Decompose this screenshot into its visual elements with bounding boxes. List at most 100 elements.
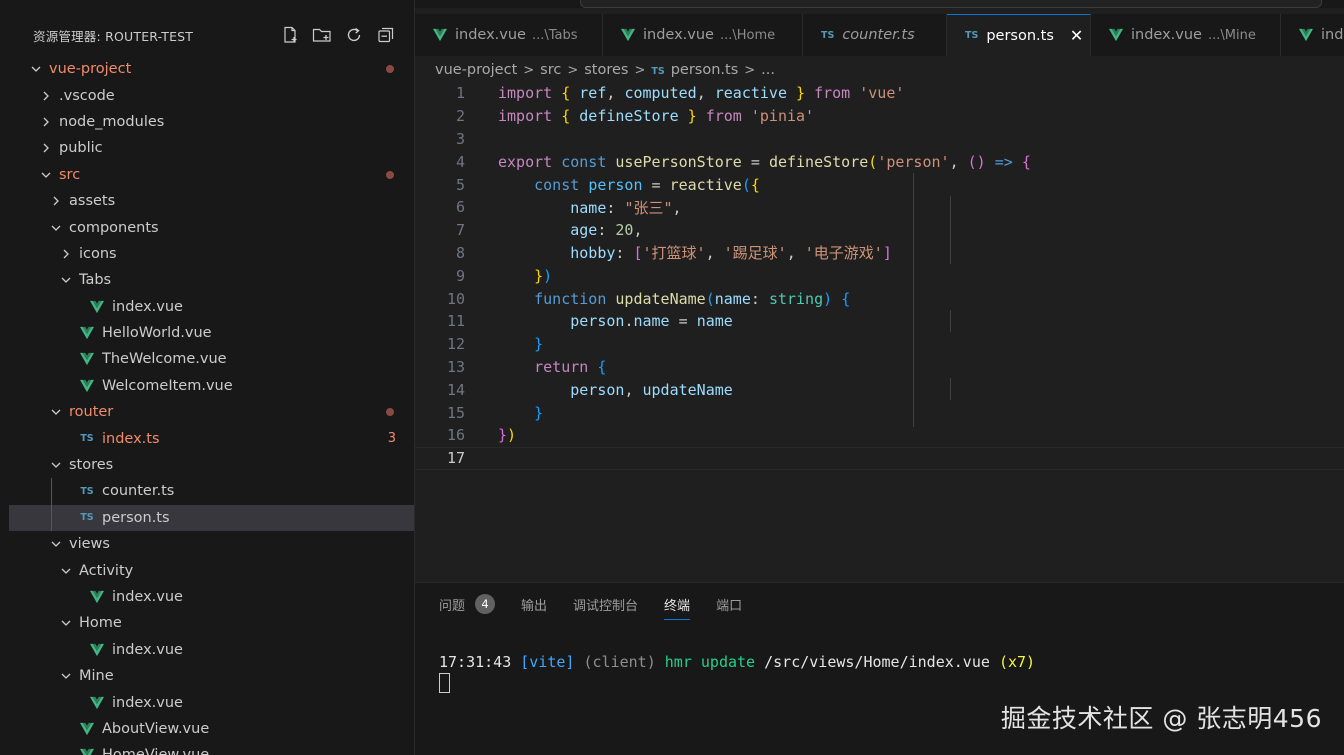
code-line[interactable]: 2 import { defineStore } from 'pinia' <box>415 105 1344 128</box>
chevron-down-icon[interactable] <box>59 273 73 287</box>
tree-item[interactable]: index.vue <box>9 294 414 320</box>
tree-item[interactable]: TS person.ts <box>9 504 414 532</box>
code-line[interactable]: 15 } <box>415 401 1344 424</box>
tree-item[interactable]: index.vue <box>9 689 414 715</box>
code-line[interactable]: 6 name: "张三", <box>415 196 1344 219</box>
collapse-all-icon[interactable] <box>375 24 397 46</box>
breadcrumb-item[interactable]: stores <box>584 62 628 78</box>
tree-item[interactable]: .vscode <box>9 82 414 108</box>
tree-item[interactable]: TheWelcome.vue <box>9 346 414 372</box>
tree-item[interactable]: index.vue <box>9 637 414 663</box>
tree-item[interactable]: AboutView.vue <box>9 716 414 742</box>
chevron-down-icon[interactable] <box>39 168 53 182</box>
tree-item[interactable]: Mine <box>9 663 414 689</box>
chevron-down-icon[interactable] <box>59 564 73 578</box>
code-line[interactable]: 7 age: 20, <box>415 219 1344 242</box>
code-line[interactable]: 9 }) <box>415 264 1344 287</box>
vue-file-icon <box>89 300 105 314</box>
tree-item[interactable]: components <box>9 214 414 240</box>
chevron-down-icon[interactable] <box>29 62 43 76</box>
breadcrumb-item[interactable]: vue-project <box>435 62 517 78</box>
code-line[interactable]: 12 } <box>415 333 1344 356</box>
breadcrumb-item[interactable]: ... <box>761 62 775 78</box>
tree-item[interactable]: Tabs <box>9 267 414 293</box>
code-line[interactable]: 3 <box>415 128 1344 151</box>
code-line[interactable]: 5 const person = reactive({ <box>415 173 1344 196</box>
tab-label: counter.ts <box>842 27 915 43</box>
panel-tab[interactable]: 输出 <box>521 595 547 614</box>
tree-item[interactable]: vue-project <box>9 56 414 82</box>
code-token: { <box>561 84 571 103</box>
code-line[interactable]: 11 person.name = name <box>415 310 1344 333</box>
code-token: { <box>841 289 851 308</box>
breadcrumb-item[interactable]: person.ts <box>671 62 739 78</box>
tree-item[interactable]: HomeView.vue <box>9 742 414 755</box>
new-file-icon[interactable] <box>279 24 301 46</box>
code-line[interactable]: 14 person, updateName <box>415 378 1344 401</box>
chevron-down-icon[interactable] <box>49 458 63 472</box>
tree-item[interactable]: public <box>9 135 414 161</box>
tree-item[interactable]: index.vue <box>9 584 414 610</box>
tree-item-label: views <box>69 536 110 553</box>
tree-item[interactable]: TS index.ts 3 <box>9 425 414 451</box>
panel-tab[interactable]: 端口 <box>716 595 742 614</box>
editor-tab[interactable]: TS counter.ts <box>803 14 947 56</box>
editor-tab[interactable]: TS person.ts ✕ <box>947 14 1091 56</box>
code-editor[interactable]: 1 import { ref, computed, reactive } from… <box>415 82 1344 582</box>
tree-item[interactable]: TS counter.ts <box>9 478 414 505</box>
tree-item[interactable]: views <box>9 531 414 557</box>
chevron-down-icon[interactable] <box>49 221 63 235</box>
code-line[interactable]: 17 <box>415 446 1344 470</box>
tree-item[interactable]: Activity <box>9 557 414 583</box>
code-token: } <box>498 426 508 445</box>
editor-tab[interactable]: index.vue ...\Tabs <box>415 14 603 56</box>
new-folder-icon[interactable] <box>311 24 333 46</box>
code-line[interactable]: 13 return { <box>415 356 1344 379</box>
chevron-down-icon[interactable] <box>59 616 73 630</box>
editor-tab[interactable]: index.vue ...\Mine <box>1091 14 1281 56</box>
terminal-cursor[interactable] <box>439 673 450 693</box>
chevron-right-icon[interactable] <box>59 247 73 261</box>
tree-item[interactable]: node_modules <box>9 109 414 135</box>
chevron-down-icon[interactable] <box>49 405 63 419</box>
chevron-right-icon[interactable] <box>39 141 53 155</box>
command-center-search[interactable] <box>580 0 1322 8</box>
tree-item[interactable]: icons <box>9 241 414 267</box>
code-line[interactable]: 16}) <box>415 424 1344 447</box>
editor-tab[interactable]: inde <box>1281 14 1344 56</box>
tree-item[interactable]: assets <box>9 188 414 214</box>
code-line[interactable]: 1 import { ref, computed, reactive } from… <box>415 82 1344 105</box>
tree-item[interactable]: WelcomeItem.vue <box>9 373 414 399</box>
code-content: } <box>498 404 543 422</box>
close-icon[interactable]: ✕ <box>1070 26 1083 45</box>
tree-item-label: AboutView.vue <box>102 720 210 737</box>
tree-item[interactable]: src <box>9 162 414 188</box>
panel-tab[interactable]: 问题 4 <box>439 594 496 614</box>
editor-tab[interactable]: index.vue ...\Home <box>603 14 803 56</box>
tree-item[interactable]: HelloWorld.vue <box>9 320 414 346</box>
tree-item[interactable]: router <box>9 399 414 425</box>
code-content: return { <box>498 358 606 376</box>
code-line[interactable]: 10 function updateName(name: string) { <box>415 287 1344 310</box>
chevron-right-icon[interactable] <box>39 115 53 129</box>
code-token: usePersonStore <box>615 152 742 171</box>
chevron-right-icon[interactable] <box>49 194 63 208</box>
tree-item[interactable]: Home <box>9 610 414 636</box>
code-token: , <box>633 221 643 240</box>
chevron-down-icon[interactable] <box>59 669 73 683</box>
tree-item[interactable]: stores <box>9 452 414 478</box>
refresh-icon[interactable] <box>343 24 365 46</box>
breadcrumb-item[interactable]: src <box>540 62 561 78</box>
code-line[interactable]: 4 export const usePersonStore = defineSto… <box>415 150 1344 173</box>
panel-tab[interactable]: 终端 <box>664 595 691 620</box>
chevron-down-icon[interactable] <box>49 537 63 551</box>
panel-tab[interactable]: 调试控制台 <box>573 595 638 614</box>
code-line[interactable]: 8 hobby: ['打篮球', '踢足球', '电子游戏'] <box>415 242 1344 265</box>
chevron-right-icon[interactable] <box>39 89 53 103</box>
